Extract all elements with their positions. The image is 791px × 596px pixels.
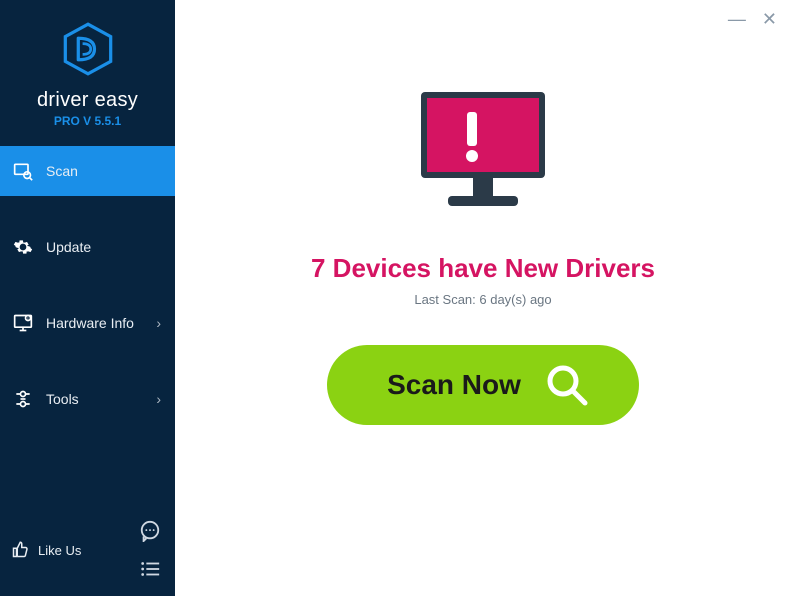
brand-version: PRO V 5.5.1 — [54, 114, 121, 128]
like-us-label: Like Us — [38, 543, 81, 558]
window-controls: — ✕ — [728, 10, 777, 28]
nav-label-hardware-info: Hardware Info — [46, 315, 134, 331]
nav-label-tools: Tools — [46, 391, 79, 407]
nav-label-scan: Scan — [46, 163, 78, 179]
nav-item-tools[interactable]: Tools › — [0, 374, 175, 424]
nav-item-update[interactable]: Update — [0, 222, 175, 272]
nav-item-hardware-info[interactable]: i Hardware Info › — [0, 298, 175, 348]
like-us-button[interactable]: Like Us — [12, 540, 81, 561]
nav-item-scan[interactable]: Scan — [0, 146, 175, 196]
logo-icon — [61, 22, 115, 89]
alert-monitor-icon — [403, 84, 563, 229]
brand-name: driver easy — [37, 89, 138, 112]
minimize-button[interactable]: — — [728, 10, 746, 28]
menu-list-icon[interactable] — [137, 556, 163, 582]
magnifier-icon — [545, 363, 589, 407]
tools-icon — [12, 388, 34, 410]
gear-icon — [12, 236, 34, 258]
nav: Scan Update i Hardware Info › — [0, 146, 175, 450]
monitor-info-icon: i — [12, 312, 34, 334]
scan-now-label: Scan Now — [387, 369, 521, 401]
chevron-right-icon: › — [156, 391, 161, 407]
thumbs-up-icon — [12, 540, 30, 561]
chevron-right-icon: › — [156, 315, 161, 331]
chat-icon[interactable] — [137, 518, 163, 544]
scan-icon — [12, 160, 34, 182]
nav-label-update: Update — [46, 239, 91, 255]
status-headline: 7 Devices have New Drivers — [311, 253, 655, 284]
logo-block: driver easy PRO V 5.5.1 — [0, 0, 175, 146]
sidebar-footer: Like Us — [0, 508, 175, 596]
last-scan-text: Last Scan: 6 day(s) ago — [414, 292, 551, 307]
sidebar-bottom-icons — [137, 518, 163, 582]
main-panel: — ✕ 7 Devices have New Drivers Last Scan… — [175, 0, 791, 596]
svg-text:i: i — [28, 316, 29, 321]
scan-now-button[interactable]: Scan Now — [327, 345, 639, 425]
close-button[interactable]: ✕ — [762, 10, 777, 28]
sidebar: driver easy PRO V 5.5.1 Scan Update — [0, 0, 175, 596]
